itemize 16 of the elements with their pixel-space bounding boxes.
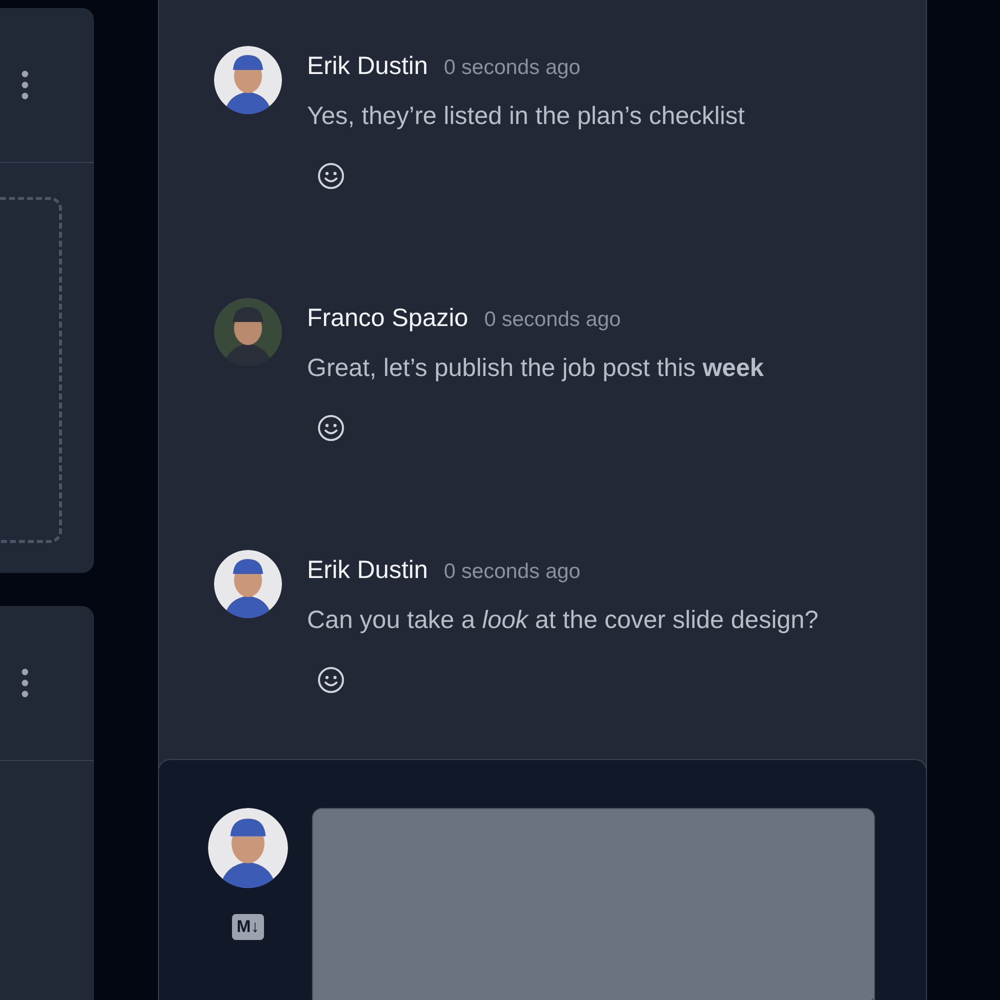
comment-field[interactable] bbox=[312, 808, 875, 1000]
author-name: Erik Dustin bbox=[307, 555, 428, 586]
smiley-icon[interactable] bbox=[317, 414, 345, 442]
author-name: Franco Spazio bbox=[307, 303, 468, 334]
markdown-badge: M↓ bbox=[232, 914, 264, 940]
comment-text: Yes, they’re listed in the plan’s checklist bbox=[307, 101, 746, 132]
smiley-icon[interactable] bbox=[317, 162, 345, 190]
more-icon[interactable] bbox=[21, 70, 29, 100]
timestamp: 0 seconds ago bbox=[484, 307, 621, 333]
more-icon[interactable] bbox=[21, 668, 29, 698]
author-name: Erik Dustin bbox=[307, 51, 428, 82]
comment-text: Can you take a look at the cover slide design? bbox=[307, 605, 820, 636]
timestamp: 0 seconds ago bbox=[444, 559, 580, 585]
comment-text: Great, let’s publish the job post this week bbox=[307, 353, 765, 384]
smiley-icon[interactable] bbox=[317, 666, 345, 694]
timestamp: 0 seconds ago bbox=[444, 55, 580, 81]
